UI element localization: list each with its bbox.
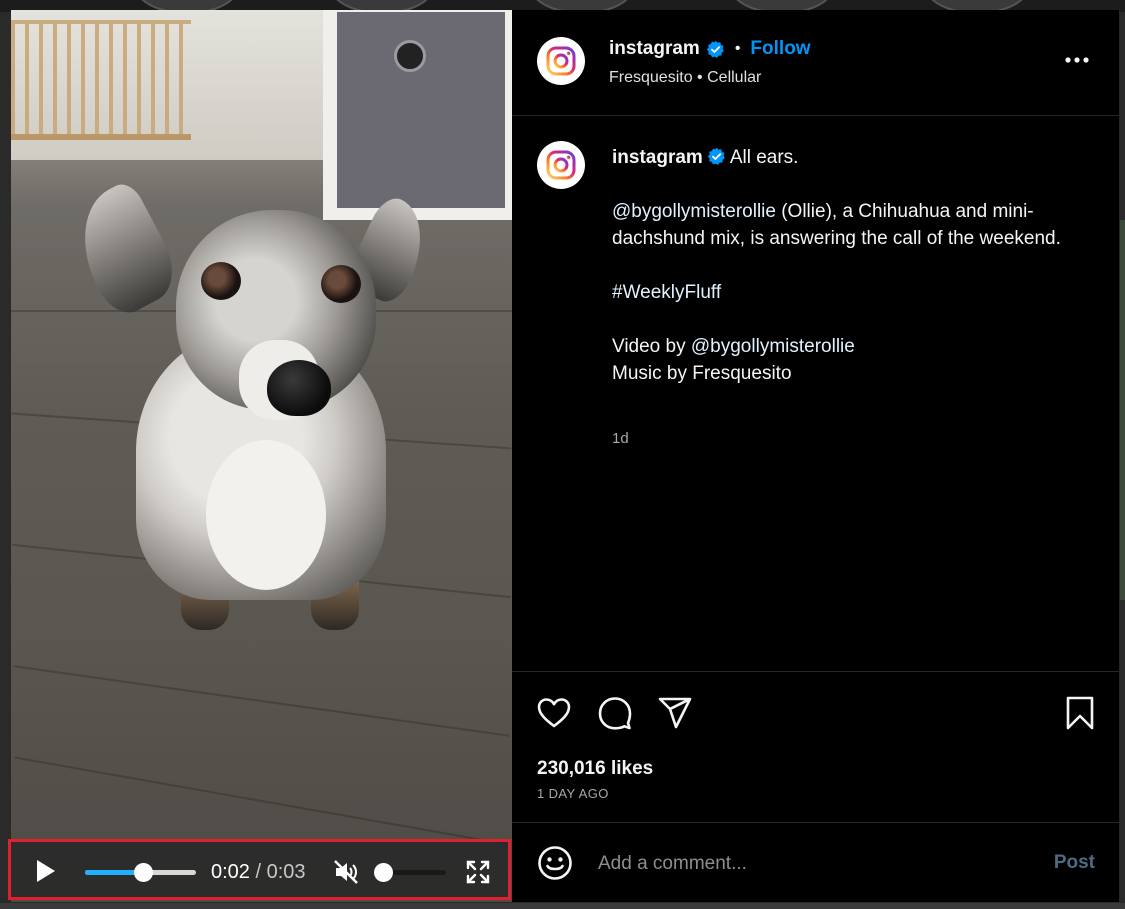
more-options-icon[interactable]: [1063, 48, 1091, 72]
video-credit-prefix: Video by: [612, 336, 691, 357]
caption-credits: Video by @bygollymisterollie Music by Fre…: [612, 333, 1092, 387]
instagram-logo-icon: [546, 150, 576, 180]
dog-eye-right: [321, 265, 361, 303]
play-icon: [37, 860, 55, 882]
caption-username[interactable]: instagram: [612, 147, 703, 168]
music-info[interactable]: Fresquesito • Cellular: [609, 69, 761, 87]
caption-paragraph: @bygollymisterollie (Ollie), a Chihuahua…: [612, 198, 1092, 252]
dog-eye-left: [201, 262, 241, 300]
separator-dot: •: [734, 40, 741, 57]
hashtag-link[interactable]: #WeeklyFluff: [612, 282, 721, 303]
post-date[interactable]: 1 DAY AGO: [537, 786, 609, 801]
paper-plane-icon[interactable]: [657, 695, 693, 731]
post-video[interactable]: [11, 10, 512, 902]
caption-avatar[interactable]: [537, 141, 585, 189]
likes-count[interactable]: 230,016 likes: [537, 758, 653, 780]
caption-first-line-text: All ears.: [729, 147, 799, 168]
fullscreen-icon: [466, 860, 490, 884]
heart-icon[interactable]: [536, 695, 572, 731]
caption-first-line: instagram All ears.: [612, 144, 1092, 171]
mute-button[interactable]: [333, 859, 359, 885]
music-separator: •: [697, 69, 703, 86]
action-bar: 230,016 likes 1 DAY AGO: [512, 671, 1119, 822]
video-storage-bin-front: [337, 12, 505, 208]
muted-speaker-icon: [334, 860, 358, 884]
verified-badge-icon: [707, 147, 725, 165]
comment-row: Post: [512, 822, 1119, 903]
video-storage-bin-handle: [394, 40, 426, 72]
emoji-smile-icon[interactable]: [537, 845, 573, 881]
caption-text: instagram All ears. @bygollymisterollie …: [612, 144, 1092, 414]
dog-nose: [267, 360, 331, 416]
follow-button[interactable]: Follow: [750, 38, 810, 60]
progress-bar[interactable]: [85, 863, 196, 882]
total-time: 0:03: [266, 861, 306, 883]
time-separator: /: [249, 861, 267, 883]
avatar[interactable]: [537, 37, 585, 85]
bookmark-icon[interactable]: [1062, 695, 1098, 731]
music-track: Cellular: [707, 69, 762, 86]
post-details-panel: instagram • Follow Fresquesito • Cellula…: [512, 10, 1120, 902]
floor-plank-line: [14, 756, 509, 846]
video-gate: [11, 20, 191, 140]
play-button[interactable]: [35, 859, 57, 883]
caption-hashtag-paragraph: #WeeklyFluff: [612, 279, 1092, 306]
music-artist: Fresquesito: [609, 69, 693, 86]
post-comment-button[interactable]: Post: [1054, 852, 1095, 874]
caption-time-ago[interactable]: 1d: [612, 430, 629, 447]
fullscreen-button[interactable]: [466, 860, 490, 884]
header-title-row: instagram • Follow: [609, 38, 811, 60]
dog-ear-left: [59, 178, 187, 322]
instagram-logo-icon: [546, 46, 576, 76]
mention-link[interactable]: @bygollymisterollie: [612, 201, 776, 222]
music-credit: Music by Fresquesito: [612, 363, 792, 384]
caption-area: instagram All ears. @bygollymisterollie …: [512, 116, 1119, 670]
current-time: 0:02: [211, 861, 250, 883]
video-controls: 0:02 / 0:03: [8, 839, 511, 900]
mention-link[interactable]: @bygollymisterollie: [691, 336, 855, 357]
time-display: 0:02 / 0:03: [211, 861, 306, 884]
comment-bubble-icon[interactable]: [597, 695, 633, 731]
backdrop-bottom: [0, 903, 1125, 909]
dog-chest: [206, 440, 326, 590]
verified-badge-icon: [706, 40, 724, 58]
post-header: instagram • Follow Fresquesito • Cellula…: [512, 10, 1119, 116]
floor-plank-line: [13, 665, 510, 737]
volume-thumb[interactable]: [374, 863, 393, 882]
progress-thumb[interactable]: [133, 863, 153, 882]
username-link[interactable]: instagram: [609, 38, 700, 60]
volume-slider[interactable]: [374, 863, 446, 882]
comment-input[interactable]: [596, 847, 1020, 881]
